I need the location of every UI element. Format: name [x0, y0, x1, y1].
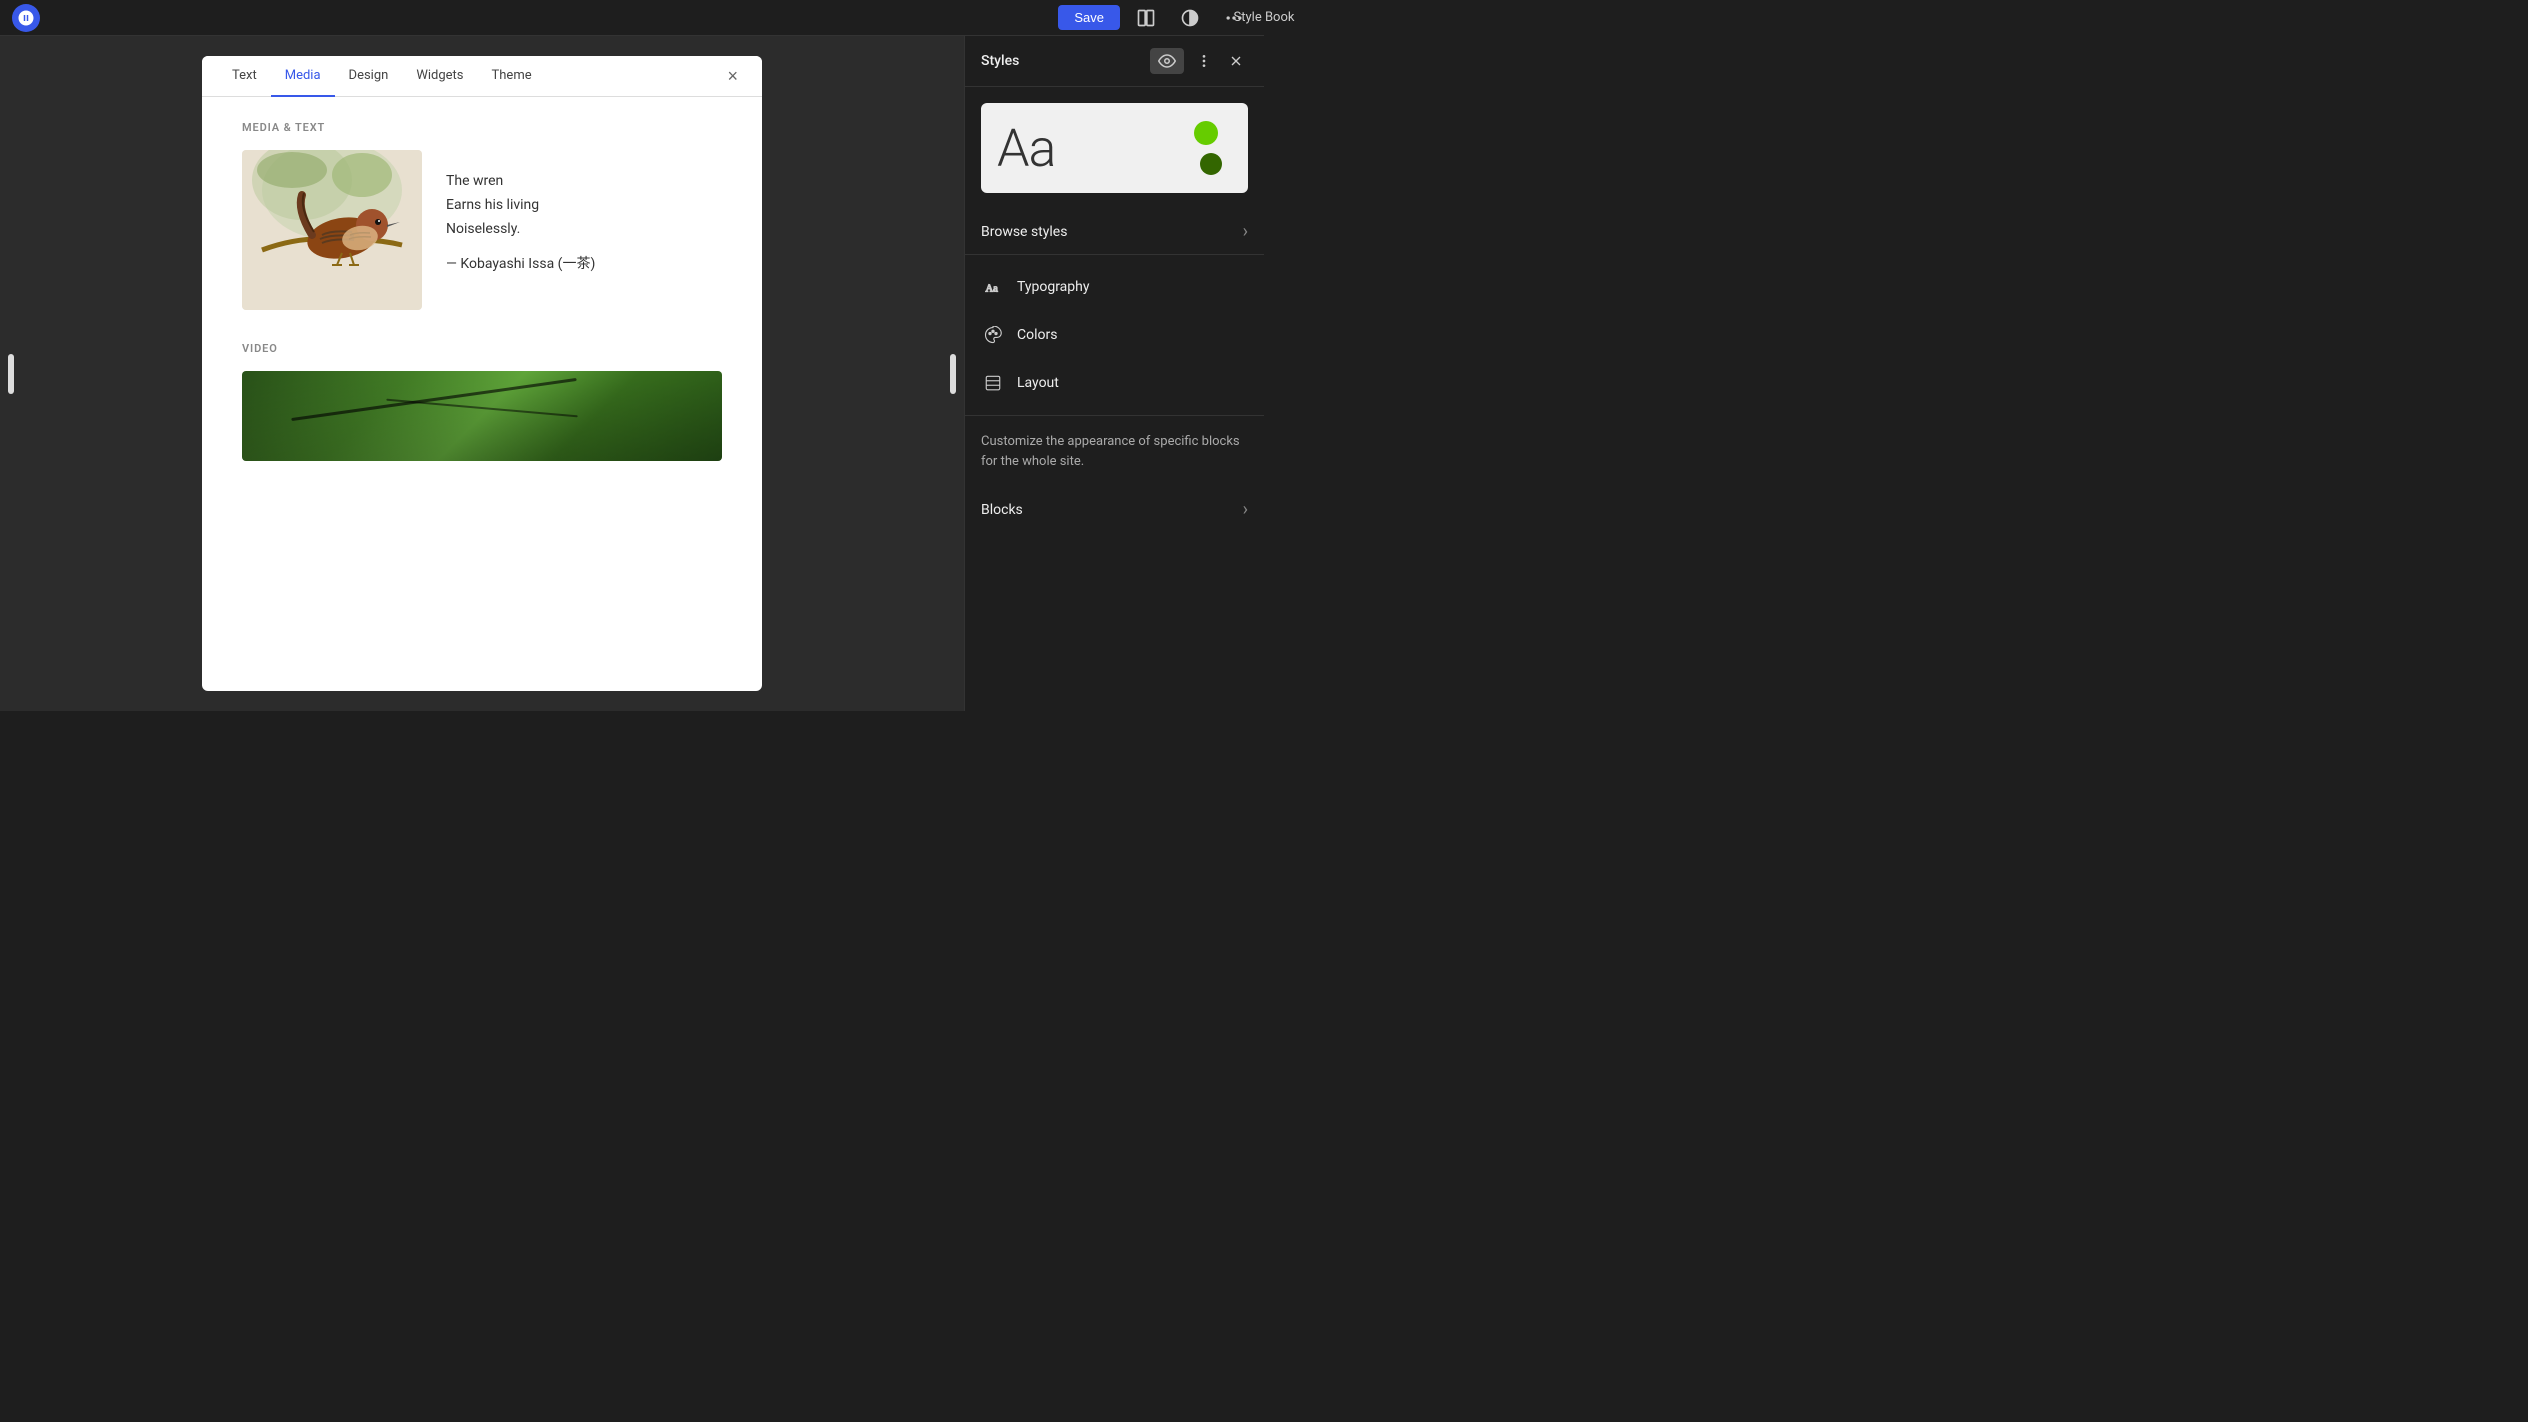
- top-bar-right: Save: [1058, 4, 1252, 32]
- media-text-label: MEDIA & TEXT: [242, 121, 722, 134]
- blocks-chevron-right-icon: ›: [1243, 499, 1248, 520]
- sidebar-icons: [1150, 48, 1248, 74]
- sidebar-title: Styles: [981, 53, 1150, 69]
- colors-option[interactable]: Colors: [965, 311, 1264, 359]
- layout-option[interactable]: Layout: [965, 359, 1264, 407]
- blocks-row[interactable]: Blocks ›: [965, 487, 1264, 532]
- page-title: Style Book: [1234, 10, 1295, 25]
- video-label: VIDEO: [242, 342, 722, 355]
- main-layout: Text Media Design Widgets Theme × MEDIA …: [0, 36, 1264, 711]
- poem-line-2: Earns his living: [446, 194, 722, 218]
- tab-text[interactable]: Text: [218, 56, 271, 97]
- tab-theme[interactable]: Theme: [478, 56, 546, 97]
- preview-button[interactable]: [1150, 48, 1184, 74]
- tab-design[interactable]: Design: [335, 56, 403, 97]
- layout-icon: [981, 371, 1005, 395]
- chevron-right-icon: ›: [1243, 221, 1248, 242]
- svg-text:Aa: Aa: [986, 284, 999, 295]
- close-sidebar-button[interactable]: [1224, 49, 1248, 73]
- typography-icon: Aa: [981, 275, 1005, 299]
- close-button[interactable]: ×: [719, 62, 746, 91]
- top-bar-left: [12, 4, 40, 32]
- style-book-panel: Text Media Design Widgets Theme × MEDIA …: [202, 56, 762, 691]
- media-text-block: The wren Earns his living Noiselessly. —…: [242, 150, 722, 310]
- layout-toggle-button[interactable]: [1128, 4, 1164, 32]
- typography-label: Typography: [1017, 279, 1089, 295]
- tab-widgets[interactable]: Widgets: [402, 56, 477, 97]
- wordpress-logo[interactable]: [12, 4, 40, 32]
- top-bar: Style Book Save: [0, 0, 1264, 36]
- tabs-bar: Text Media Design Widgets Theme ×: [202, 56, 762, 97]
- blocks-label: Blocks: [981, 502, 1023, 518]
- more-sidebar-options-button[interactable]: [1192, 49, 1216, 73]
- style-options: Aa Typography Colors: [965, 255, 1264, 416]
- poem-line-3: Noiselessly.: [446, 218, 722, 242]
- style-book-content: MEDIA & TEXT: [202, 97, 762, 691]
- scroll-handle-left: [8, 354, 14, 394]
- save-button[interactable]: Save: [1058, 5, 1120, 30]
- style-preview: Aa: [981, 103, 1248, 193]
- layout-label: Layout: [1017, 375, 1059, 391]
- browse-styles-row[interactable]: Browse styles ›: [965, 209, 1264, 255]
- preview-typography: Aa: [997, 118, 1055, 179]
- preview-color-dot-1: [1194, 121, 1218, 145]
- scroll-handle-right: [950, 354, 956, 394]
- preview-color-dot-2: [1200, 153, 1222, 175]
- sidebar: Styles Aa: [964, 36, 1264, 711]
- browse-styles-label: Browse styles: [981, 224, 1067, 240]
- bird-illustration: [242, 150, 422, 310]
- video-section: VIDEO: [242, 342, 722, 461]
- content-area: Text Media Design Widgets Theme × MEDIA …: [0, 36, 964, 711]
- poem-line-1: The wren: [446, 170, 722, 194]
- poem-text: The wren Earns his living Noiselessly. —…: [446, 150, 722, 273]
- tab-media[interactable]: Media: [271, 56, 335, 97]
- video-placeholder: [242, 371, 722, 461]
- contrast-toggle-button[interactable]: [1172, 4, 1208, 32]
- sidebar-header: Styles: [965, 36, 1264, 87]
- media-text-section: MEDIA & TEXT: [242, 121, 722, 310]
- colors-label: Colors: [1017, 327, 1057, 343]
- colors-icon: [981, 323, 1005, 347]
- typography-option[interactable]: Aa Typography: [965, 263, 1264, 311]
- sidebar-description: Customize the appearance of specific blo…: [965, 416, 1264, 487]
- poem-attribution: — Kobayashi Issa (一茶): [446, 253, 722, 273]
